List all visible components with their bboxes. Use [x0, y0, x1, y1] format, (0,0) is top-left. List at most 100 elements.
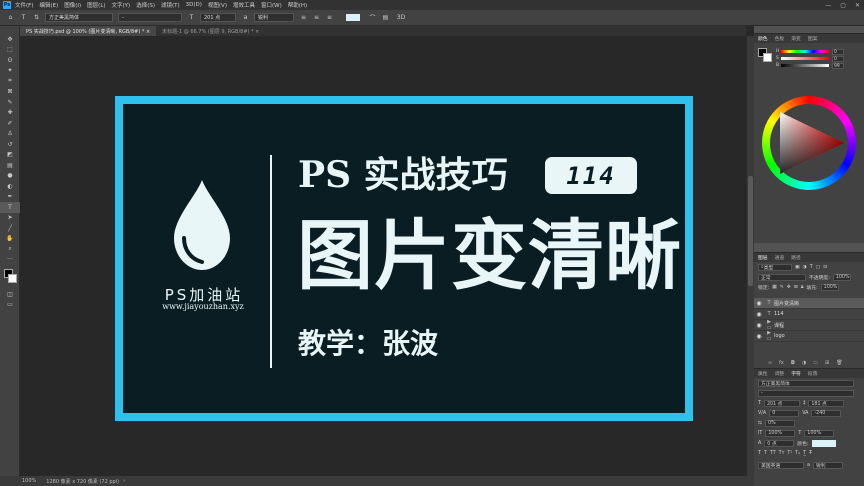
- lock-artboard-icon[interactable]: ⊞: [794, 285, 798, 290]
- move-tool[interactable]: ✥: [0, 34, 20, 45]
- frame-tool[interactable]: ⊠: [0, 87, 20, 98]
- menu-help[interactable]: 帮助(H): [288, 1, 307, 9]
- saturation-slider[interactable]: [781, 57, 829, 60]
- subscript-icon[interactable]: T₁: [795, 451, 800, 456]
- lock-move-icon[interactable]: ✥: [787, 285, 791, 290]
- all-caps-icon[interactable]: TT: [770, 451, 776, 456]
- font-size-select[interactable]: 201 点: [200, 13, 236, 22]
- char-size-input[interactable]: 201 点: [763, 399, 800, 407]
- color-wheel[interactable]: [762, 96, 856, 190]
- type-tool-preset-icon[interactable]: T: [19, 13, 28, 22]
- align-right-icon[interactable]: ≡: [325, 13, 334, 22]
- char-font-family-select[interactable]: 方正美黑简体: [758, 379, 854, 387]
- close-icon[interactable]: ✕: [855, 2, 860, 9]
- eye-icon[interactable]: ◉: [754, 322, 764, 329]
- blend-mode-select[interactable]: 正常: [758, 273, 806, 281]
- menu-layer[interactable]: 图层(L): [87, 1, 105, 9]
- canvas-vertical-scrollbar[interactable]: [746, 36, 754, 476]
- char-language-select[interactable]: 美国英语: [758, 461, 804, 469]
- zoom-tool[interactable]: ⌕: [0, 244, 20, 255]
- brightness-slider[interactable]: [781, 64, 829, 67]
- brightness-value[interactable]: 99: [832, 62, 844, 69]
- history-brush-tool[interactable]: ↺: [0, 139, 20, 150]
- tab-untitled-1[interactable]: 未标题-1 @ 66.7% (图层 9, RGB/8#) * ×: [156, 26, 265, 36]
- pen-tool[interactable]: ✒: [0, 192, 20, 203]
- tab-patterns[interactable]: 图案: [808, 35, 818, 42]
- brush-tool[interactable]: ✐: [0, 118, 20, 129]
- char-leading-input[interactable]: 181 点: [808, 399, 845, 407]
- marquee-tool[interactable]: ⬚: [0, 45, 20, 56]
- tab-swatches[interactable]: 色板: [775, 35, 785, 42]
- text-color-swatch[interactable]: [346, 14, 360, 21]
- warp-text-icon[interactable]: ⌒: [368, 13, 377, 22]
- eye-icon[interactable]: ◉: [754, 300, 764, 307]
- char-color-swatch[interactable]: [811, 439, 836, 447]
- layer-filter-select[interactable]: ⌕ 类型: [758, 263, 792, 271]
- maximize-icon[interactable]: ▢: [840, 2, 846, 9]
- layer-row[interactable]: ◉ ▶ ▭ logo: [754, 330, 864, 342]
- opacity-input[interactable]: 100%: [832, 273, 851, 281]
- adjustment-layer-icon[interactable]: ◑: [802, 360, 806, 366]
- menu-view[interactable]: 视图(V): [208, 1, 227, 9]
- menu-type[interactable]: 文字(Y): [112, 1, 131, 9]
- tab-ps-tips[interactable]: PS 实战技巧.psd @ 100% (图片变清晰, RGB/8#) * ×: [20, 26, 157, 36]
- menu-filter[interactable]: 滤镜(T): [161, 1, 180, 9]
- strikethrough-icon[interactable]: T̶: [809, 451, 812, 456]
- filter-type-icon[interactable]: T: [810, 265, 813, 270]
- main-title-text[interactable]: 图片变清晰: [297, 206, 682, 306]
- healing-tool[interactable]: ✚: [0, 108, 20, 119]
- more-tools[interactable]: ···: [0, 255, 20, 266]
- menu-plugins[interactable]: 增效工具: [233, 1, 255, 9]
- lock-all-icon[interactable]: 🔒︎: [801, 284, 804, 290]
- 3d-button[interactable]: 3D: [394, 13, 408, 22]
- eye-icon[interactable]: ◉: [754, 311, 764, 318]
- menu-file[interactable]: 文件(F): [15, 1, 33, 9]
- char-tracking-input[interactable]: -240: [811, 409, 842, 417]
- tab-layers[interactable]: 图层: [758, 254, 768, 261]
- char-tsume-input[interactable]: 0%: [765, 419, 796, 427]
- faux-italic-icon[interactable]: T: [764, 451, 767, 456]
- small-caps-icon[interactable]: Tт: [779, 451, 785, 456]
- blur-tool[interactable]: ●: [0, 171, 20, 182]
- text-orientation-icon[interactable]: ⇅: [32, 13, 41, 22]
- char-antialias-select[interactable]: 锐利: [812, 461, 843, 469]
- menu-image[interactable]: 图像(I): [64, 1, 81, 9]
- path-select-tool[interactable]: ➤: [0, 213, 20, 224]
- status-menu-arrow-icon[interactable]: ›: [123, 478, 125, 484]
- layer-row[interactable]: ◉ T 图片变清晰: [754, 298, 864, 309]
- lock-paint-icon[interactable]: ✎: [780, 285, 784, 290]
- tab-character[interactable]: 字符: [791, 370, 801, 377]
- screen-mode-icon[interactable]: ▭: [0, 300, 20, 311]
- stamp-tool[interactable]: ♙: [0, 129, 20, 140]
- eye-icon[interactable]: ◉: [754, 333, 764, 340]
- superscript-icon[interactable]: T¹: [787, 451, 792, 456]
- filter-pixel-icon[interactable]: ▣: [795, 265, 800, 270]
- eraser-tool[interactable]: ◩: [0, 150, 20, 161]
- font-style-select[interactable]: -: [118, 13, 182, 22]
- menu-3d[interactable]: 3D(D): [186, 2, 202, 8]
- antialias-select[interactable]: 锐利: [254, 13, 294, 22]
- saturation-value[interactable]: 0: [832, 55, 844, 62]
- hue-value[interactable]: 0: [832, 48, 844, 55]
- gradient-tool[interactable]: ▤: [0, 160, 20, 171]
- minimize-icon[interactable]: —: [825, 2, 831, 9]
- new-group-icon[interactable]: ▭: [813, 360, 818, 366]
- align-center-icon[interactable]: ≡: [312, 13, 321, 22]
- home-icon[interactable]: ⌂: [6, 13, 15, 22]
- char-baseline-input[interactable]: 0 点: [764, 439, 795, 447]
- char-vscale-input[interactable]: 100%: [765, 429, 796, 437]
- color-swatches[interactable]: [0, 265, 19, 289]
- link-layers-icon[interactable]: ∞: [768, 360, 772, 366]
- type-tool[interactable]: T: [0, 202, 20, 213]
- magic-wand-tool[interactable]: ✦: [0, 66, 20, 77]
- filter-shape-icon[interactable]: ▢: [816, 265, 821, 270]
- line-tool[interactable]: ╱: [0, 223, 20, 234]
- fill-input[interactable]: 100%: [820, 283, 839, 291]
- tab-color[interactable]: 颜色: [758, 35, 768, 42]
- eyedropper-tool[interactable]: ✎: [0, 97, 20, 108]
- faux-bold-icon[interactable]: T: [758, 451, 761, 456]
- lasso-tool[interactable]: ʘ: [0, 55, 20, 66]
- crop-tool[interactable]: ⌗: [0, 76, 20, 87]
- lock-pixels-icon[interactable]: ▦: [772, 285, 777, 290]
- character-panel-icon[interactable]: ▤: [381, 13, 390, 22]
